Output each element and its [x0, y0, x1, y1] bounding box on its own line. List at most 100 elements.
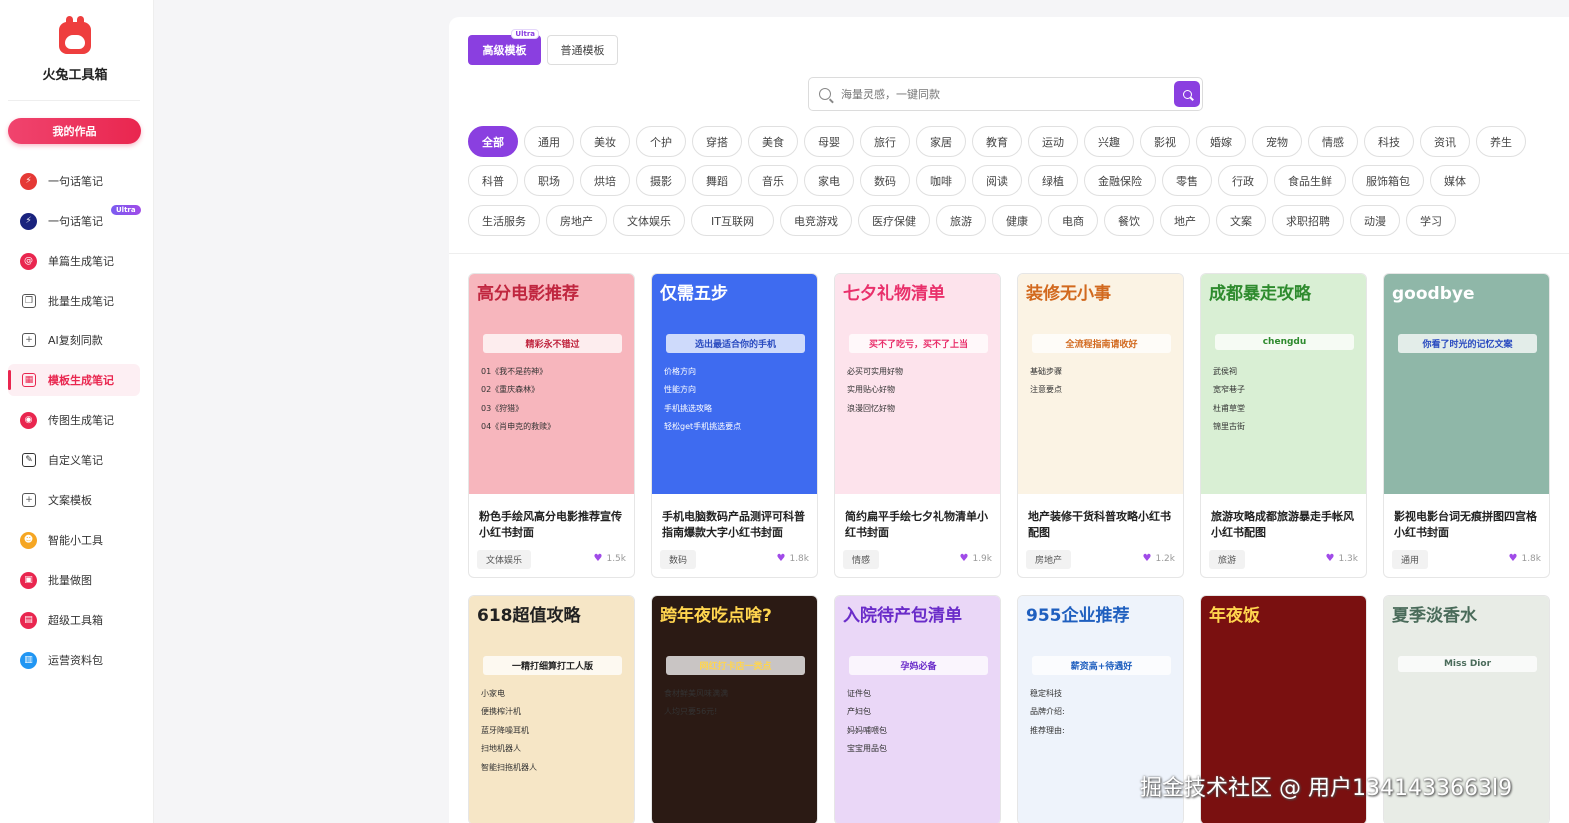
category-chip[interactable]: 动漫: [1350, 205, 1400, 236]
sidebar-item-3[interactable]: ❐ 批量生成笔记: [8, 285, 140, 317]
category-chip[interactable]: 文案: [1216, 205, 1266, 236]
card-title[interactable]: 地产装修干货科普攻略小红书配图: [1028, 509, 1178, 541]
category-chip[interactable]: 健康: [992, 205, 1042, 236]
category-chip[interactable]: 金融保险: [1084, 165, 1156, 196]
category-chip[interactable]: 教育: [972, 126, 1022, 157]
category-chip[interactable]: 家居: [916, 126, 966, 157]
category-chip[interactable]: 美妆: [580, 126, 630, 157]
template-thumbnail[interactable]: 七夕礼物清单 买不了吃亏，买不了上当 必买可实用好物 实用贴心好物 浪漫回忆好物: [835, 274, 1000, 494]
card-title[interactable]: 旅游攻略成都旅游暴走手帐风小红书配图: [1211, 509, 1361, 541]
category-chip[interactable]: 宠物: [1252, 126, 1302, 157]
category-chip[interactable]: 烘培: [580, 165, 630, 196]
category-chip[interactable]: 母婴: [804, 126, 854, 157]
category-chip[interactable]: 运动: [1028, 126, 1078, 157]
category-chip[interactable]: 音乐: [748, 165, 798, 196]
thumbnail-headline: 955企业推荐: [1026, 606, 1130, 626]
template-thumbnail[interactable]: 成都暴走攻略 chengdu 武侯祠 宽窄巷子 杜甫草堂 锦里古街: [1201, 274, 1366, 494]
sidebar-item-7[interactable]: ✎ 自定义笔记: [8, 444, 140, 476]
template-thumbnail[interactable]: 仅需五步 选出最适合你的手机 价格方向 性能方向 手机挑选攻略 轻松get手机挑选要点: [652, 274, 817, 494]
search-input[interactable]: [841, 87, 1161, 101]
template-card[interactable]: 618超值攻略 一精打细算打工人版 小家电 便携榨汁机 蓝牙降噪耳机 扫地机器人 智能扫拖机…: [468, 595, 635, 823]
template-card[interactable]: 仅需五步 选出最适合你的手机 价格方向 性能方向 手机挑选攻略 轻松get手机挑选要点手机…: [651, 273, 818, 578]
category-chip[interactable]: IT互联网: [691, 205, 774, 236]
template-thumbnail[interactable]: 高分电影推荐 精彩永不错过 01《我不是药神》 02《重庆森林》 03《狩猎》 04《肖申…: [469, 274, 634, 494]
category-chip[interactable]: 通用: [524, 126, 574, 157]
sidebar-item-9[interactable]: ☻ 智能小工具: [8, 524, 140, 556]
category-chip[interactable]: 科技: [1364, 126, 1414, 157]
category-chip[interactable]: 资讯: [1420, 126, 1470, 157]
sidebar-item-8[interactable]: + 文案模板: [8, 484, 140, 516]
sidebar-item-label: 单篇生成笔记: [48, 255, 114, 268]
category-chip[interactable]: 数码: [860, 165, 910, 196]
category-chip[interactable]: 旅游: [936, 205, 986, 236]
category-chip[interactable]: 旅行: [860, 126, 910, 157]
sidebar-item-10[interactable]: ▣ 批量做图: [8, 564, 140, 596]
category-chip[interactable]: 求职招聘: [1272, 205, 1344, 236]
template-card[interactable]: 跨年夜吃点啥? 网红打卡店一类点 食材鲜美风味满满 人均只要56元!: [651, 595, 818, 823]
tab-advanced-templates[interactable]: 高级模板 Ultra: [468, 29, 541, 65]
template-thumbnail[interactable]: 618超值攻略 一精打细算打工人版 小家电 便携榨汁机 蓝牙降噪耳机 扫地机器人 智能扫拖机…: [469, 596, 634, 823]
thumbnail-subtitle: 网红打卡店一类点: [666, 656, 805, 675]
sidebar-item-11[interactable]: ▤ 超级工具箱: [8, 604, 140, 636]
sidebar-item-label: 模板生成笔记: [48, 374, 114, 387]
template-card[interactable]: 成都暴走攻略 chengdu 武侯祠 宽窄巷子 杜甫草堂 锦里古街旅游攻略成都旅游暴走手帐…: [1200, 273, 1367, 578]
template-card[interactable]: 七夕礼物清单 买不了吃亏，买不了上当 必买可实用好物 实用贴心好物 浪漫回忆好物简约扁平…: [834, 273, 1001, 578]
search-button[interactable]: [1174, 81, 1200, 107]
category-chip[interactable]: 全部: [468, 126, 518, 157]
sidebar-item-5[interactable]: ▦ 模板生成笔记: [8, 364, 140, 396]
category-chip[interactable]: 餐饮: [1104, 205, 1154, 236]
category-chip[interactable]: 电竞游戏: [780, 205, 852, 236]
category-chip[interactable]: 摄影: [636, 165, 686, 196]
template-thumbnail[interactable]: 跨年夜吃点啥? 网红打卡店一类点 食材鲜美风味满满 人均只要56元!: [652, 596, 817, 823]
category-chip[interactable]: 医疗保健: [858, 205, 930, 236]
category-chip[interactable]: 绿植: [1028, 165, 1078, 196]
category-chip[interactable]: 地产: [1160, 205, 1210, 236]
template-card[interactable]: 装修无小事 全流程指南请收好 基础步骤 注意要点 地产装修干货科普攻略小红书配图 房地产 ♥…: [1017, 273, 1184, 578]
category-chip[interactable]: 零售: [1162, 165, 1212, 196]
template-card[interactable]: goodbye 你看了时光的记忆文案 影视电影台词无痕拼图四宫格小红书封面 通用 ♥ 1.…: [1383, 273, 1550, 578]
category-chip[interactable]: 生活服务: [468, 205, 540, 236]
category-chip[interactable]: 学习: [1406, 205, 1456, 236]
my-works-button[interactable]: 我的作品: [8, 118, 141, 144]
category-chip[interactable]: 阅读: [972, 165, 1022, 196]
plus-square-icon: +: [22, 333, 36, 347]
category-chip[interactable]: 媒体: [1430, 165, 1480, 196]
template-card[interactable]: 入院待产包清单 孕妈必备 证件包 产妇包 妈妈哺喂包 宝宝用品包: [834, 595, 1001, 823]
category-chip[interactable]: 行政: [1218, 165, 1268, 196]
category-chip[interactable]: 美食: [748, 126, 798, 157]
template-card[interactable]: 高分电影推荐 精彩永不错过 01《我不是药神》 02《重庆森林》 03《狩猎》 04《肖申…: [468, 273, 635, 578]
category-chip[interactable]: 服饰箱包: [1352, 165, 1424, 196]
category-chip[interactable]: 房地产: [546, 205, 607, 236]
category-chip[interactable]: 咖啡: [916, 165, 966, 196]
card-title[interactable]: 粉色手绘风高分电影推荐宣传小红书封面: [479, 509, 629, 541]
sidebar-item-6[interactable]: ◉ 传图生成笔记: [8, 404, 140, 436]
category-chip[interactable]: 科普: [468, 165, 518, 196]
card-title[interactable]: 影视电影台词无痕拼图四宫格小红书封面: [1394, 509, 1544, 541]
category-chip[interactable]: 食品生鲜: [1274, 165, 1346, 196]
tab-normal-templates[interactable]: 普通模板: [547, 35, 618, 65]
card-title[interactable]: 简约扁平手绘七夕礼物清单小红书封面: [845, 509, 995, 541]
template-thumbnail[interactable]: 入院待产包清单 孕妈必备 证件包 产妇包 妈妈哺喂包 宝宝用品包: [835, 596, 1000, 823]
template-thumbnail[interactable]: 装修无小事 全流程指南请收好 基础步骤 注意要点: [1018, 274, 1183, 494]
category-chip[interactable]: 舞蹈: [692, 165, 742, 196]
category-chip[interactable]: 职场: [524, 165, 574, 196]
sidebar-item-12[interactable]: ▥ 运营资料包: [8, 644, 140, 676]
category-chip[interactable]: 兴趣: [1084, 126, 1134, 157]
category-chip[interactable]: 个护: [636, 126, 686, 157]
template-thumbnail[interactable]: goodbye 你看了时光的记忆文案: [1384, 274, 1549, 494]
sidebar-item-4[interactable]: + AI复刻同款: [8, 324, 140, 356]
category-chip[interactable]: 影视: [1140, 126, 1190, 157]
sidebar-item-2[interactable]: @ 单篇生成笔记: [8, 245, 140, 277]
category-chip[interactable]: 家电: [804, 165, 854, 196]
likes-count: ♥ 1.8k: [1509, 553, 1542, 564]
card-title[interactable]: 手机电脑数码产品测评可科普指南爆款大字小红书封面: [662, 509, 812, 541]
category-chip[interactable]: 情感: [1308, 126, 1358, 157]
category-chip[interactable]: 婚嫁: [1196, 126, 1246, 157]
category-chip[interactable]: 文体娱乐: [613, 205, 685, 236]
sidebar-item-0[interactable]: ⚡ 一句话笔记: [8, 165, 140, 197]
category-chip[interactable]: 穿搭: [692, 126, 742, 157]
category-chip[interactable]: 电商: [1048, 205, 1098, 236]
category-chip[interactable]: 养生: [1476, 126, 1526, 157]
sidebar-item-1[interactable]: ⚡ 一句话笔记 Ultra: [8, 205, 141, 237]
rabbit-logo-icon[interactable]: [59, 16, 91, 54]
